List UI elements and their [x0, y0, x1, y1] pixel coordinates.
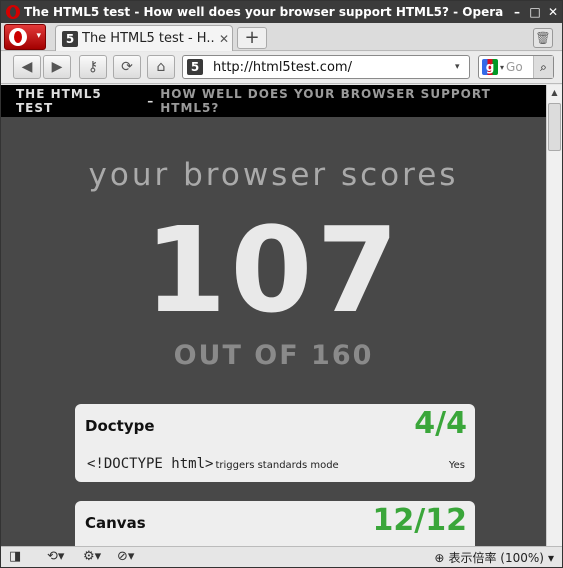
vertical-scrollbar[interactable]: ▲ [546, 85, 562, 546]
trash-icon[interactable]: 🗑 [533, 28, 553, 48]
scroll-up-icon[interactable]: ▲ [547, 85, 562, 101]
card-code: <!DOCTYPE html> [87, 456, 214, 472]
doctype-card[interactable]: Doctype 4/4 <!DOCTYPE html> triggers sta… [75, 404, 475, 482]
site-header: THE HTML5 TEST – HOW WELL DOES YOUR BROW… [1, 85, 546, 117]
tab-html5test[interactable]: 5 The HTML5 test - H... ✕ [55, 25, 233, 51]
browser-window: The HTML5 test - How well does your brow… [0, 0, 563, 568]
tab-close-icon[interactable]: ✕ [216, 32, 232, 46]
unite-icon[interactable]: ⚙▾ [83, 549, 101, 564]
tab-label: The HTML5 test - H... [82, 31, 216, 46]
card-name: Doctype [85, 417, 155, 435]
address-bar[interactable]: 5 http://html5test.com/ ▾ [182, 55, 470, 79]
navigation-bar: ◀ ▶ ⚷ ⟳ ⌂ 5 http://html5test.com/ ▾ g ▾ … [1, 52, 562, 84]
panel-toggle-icon[interactable]: ◨ [9, 549, 21, 564]
tab-strip: ▾ 5 The HTML5 test - H... ✕ + 🗑 [1, 23, 562, 51]
turbo-icon[interactable]: ⊘▾ [117, 549, 134, 564]
address-dropdown-icon[interactable]: ▾ [455, 62, 469, 72]
zoom-icon: ⊕ [434, 550, 445, 565]
html5-favicon-icon: 5 [62, 30, 78, 47]
back-button[interactable]: ◀ [13, 55, 41, 79]
menu-caret-icon: ▾ [36, 31, 41, 41]
search-go-icon[interactable]: ⌕ [533, 56, 553, 78]
scroll-thumb[interactable] [548, 103, 561, 151]
card-points: 12/12 [372, 503, 467, 538]
zoom-control[interactable]: ⊕ 表示倍率 (100%) ▾ [434, 549, 554, 566]
search-input[interactable]: Go [506, 60, 533, 74]
search-box[interactable]: g ▾ Go ⌕ [478, 55, 554, 79]
card-description: triggers standards mode [215, 460, 339, 471]
score-value: 107 [144, 201, 403, 339]
opera-menu-button[interactable]: ▾ [4, 24, 46, 50]
window-title: The HTML5 test - How well does your brow… [24, 5, 504, 19]
zoom-caret-icon[interactable]: ▾ [548, 551, 554, 565]
sync-icon[interactable]: ⟲▾ [47, 549, 64, 564]
out-of-label: OUT OF 160 [173, 340, 374, 371]
new-tab-button[interactable]: + [237, 27, 267, 49]
minimize-button[interactable]: – [508, 5, 526, 19]
close-window-button[interactable]: ✕ [544, 5, 562, 19]
reload-button[interactable]: ⟳ [113, 55, 141, 79]
scores-label: your browser scores [88, 157, 459, 193]
home-button[interactable]: ⌂ [147, 55, 175, 79]
url-field[interactable]: http://html5test.com/ [207, 60, 455, 75]
title-bar: The HTML5 test - How well does your brow… [1, 1, 562, 23]
wand-key-button[interactable]: ⚷ [79, 55, 107, 79]
card-name: Canvas [85, 514, 146, 532]
zoom-label: 表示倍率 (100%) [448, 551, 544, 565]
card-points: 4/4 [414, 406, 467, 441]
opera-menu-icon [9, 28, 27, 46]
site-title: THE HTML5 TEST [16, 87, 102, 115]
search-engine-dropdown-icon[interactable]: ▾ [500, 63, 504, 72]
forward-button[interactable]: ▶ [43, 55, 71, 79]
card-result: Yes [448, 460, 465, 471]
site-favicon-icon: 5 [187, 59, 203, 75]
page-content: THE HTML5 TEST – HOW WELL DOES YOUR BROW… [1, 85, 546, 546]
opera-logo-icon [6, 5, 20, 19]
google-icon[interactable]: g [482, 59, 498, 75]
header-dash: – [147, 94, 155, 108]
maximize-button[interactable]: □ [526, 5, 544, 19]
status-bar: ◨ ⟲▾ ⚙▾ ⊘▾ ⊕ 表示倍率 (100%) ▾ [1, 546, 562, 567]
canvas-card[interactable]: Canvas 12/12 [75, 501, 475, 546]
site-subtitle: HOW WELL DOES YOUR BROWSER SUPPORT HTML5… [160, 87, 491, 115]
card-detail-row: <!DOCTYPE html> triggers standards mode … [87, 456, 465, 472]
